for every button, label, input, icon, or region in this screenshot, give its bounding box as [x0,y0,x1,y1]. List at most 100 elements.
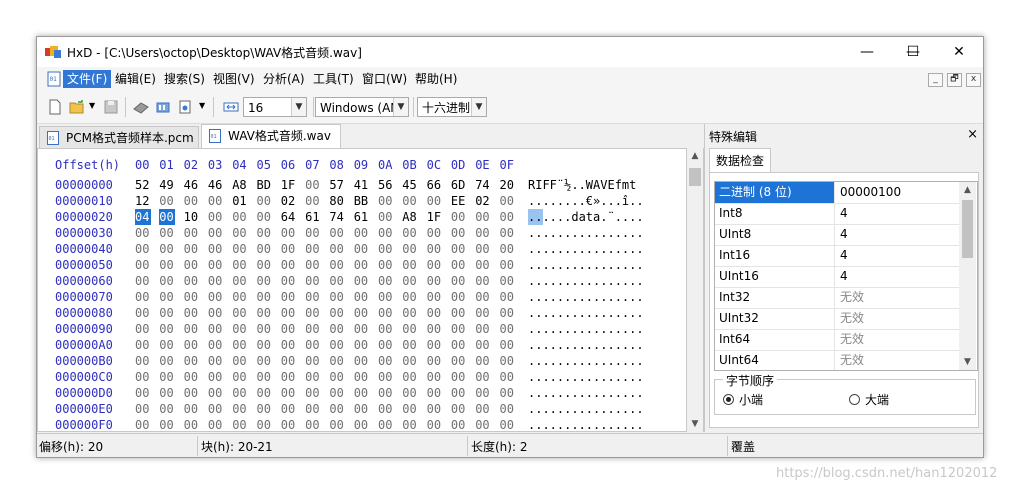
hex-byte[interactable]: 00 [305,257,321,273]
open-ram-icon[interactable] [155,99,171,115]
ascii-text[interactable]: ................ [528,289,645,305]
ascii-text[interactable]: ......data.¨.... [528,209,645,225]
hex-byte[interactable]: 00 [329,305,345,321]
charset-select[interactable]: Windows (AN ▼ [315,97,409,117]
hex-byte[interactable]: 00 [305,225,321,241]
hex-byte[interactable]: 00 [159,193,175,209]
hex-byte[interactable]: 00 [257,385,273,401]
hex-byte[interactable]: 00 [354,417,370,431]
hex-byte[interactable]: 00 [500,273,516,289]
close-button[interactable]: ✕ [936,37,982,67]
hex-byte[interactable]: 00 [281,337,297,353]
hex-byte[interactable]: 02 [281,193,297,209]
hex-byte[interactable]: BB [354,193,370,209]
hex-byte[interactable]: 00 [451,241,467,257]
hex-byte[interactable]: 00 [329,273,345,289]
inspector-row[interactable]: Int8 4 [715,203,959,225]
scroll-down-icon[interactable]: ▼ [687,416,703,432]
hex-byte[interactable]: 00 [402,289,418,305]
hex-byte[interactable]: 00 [354,305,370,321]
hex-byte[interactable]: 00 [378,273,394,289]
hex-byte[interactable]: 00 [232,209,248,225]
menu-tools[interactable]: 工具(T) [309,70,358,88]
hex-byte[interactable]: 00 [500,321,516,337]
mdi-close-button[interactable]: x [966,73,981,87]
hex-byte[interactable]: 00 [475,305,491,321]
menu-edit[interactable]: 编辑(E) [111,70,160,88]
hex-byte[interactable]: 00 [305,193,321,209]
inspector-row[interactable]: UInt8 4 [715,224,959,246]
hex-byte[interactable]: 00 [354,401,370,417]
hex-byte[interactable]: 00 [451,321,467,337]
inspector-value[interactable]: 00000100 [836,182,958,203]
ascii-text[interactable]: ................ [528,305,645,321]
hex-byte[interactable]: 00 [281,417,297,431]
hex-byte[interactable]: 00 [475,401,491,417]
ascii-text[interactable]: ................ [528,337,645,353]
hex-byte[interactable]: 00 [451,225,467,241]
hex-byte[interactable]: 00 [159,289,175,305]
hex-byte[interactable]: 00 [500,353,516,369]
hex-byte[interactable]: 00 [500,369,516,385]
hex-byte[interactable]: 00 [354,337,370,353]
hex-byte[interactable]: 00 [305,369,321,385]
hex-byte[interactable]: 00 [378,337,394,353]
hex-byte[interactable]: 00 [135,353,151,369]
tools-dropdown-icon[interactable]: ▼ [199,101,205,110]
hex-byte[interactable]: 00 [184,225,200,241]
hex-byte[interactable]: 00 [305,353,321,369]
hex-byte[interactable]: 00 [208,289,224,305]
hex-byte[interactable]: 74 [475,177,491,193]
inspector-row[interactable]: Int32 无效 [715,287,959,309]
hex-byte[interactable]: 00 [257,321,273,337]
hex-byte[interactable]: 00 [427,305,443,321]
hex-byte[interactable]: 52 [135,177,151,193]
hex-byte[interactable]: 00 [451,257,467,273]
hex-byte[interactable]: 00 [475,369,491,385]
hex-byte[interactable]: 00 [232,257,248,273]
mdi-restore-button[interactable]: 🗗 [947,73,962,87]
hex-byte[interactable]: 00 [378,305,394,321]
hex-byte[interactable]: 00 [329,257,345,273]
hex-byte[interactable]: 00 [378,289,394,305]
hex-byte[interactable]: 00 [184,305,200,321]
hex-byte[interactable]: 00 [159,321,175,337]
hex-byte[interactable]: 00 [378,241,394,257]
hex-byte[interactable]: 00 [354,369,370,385]
hex-byte[interactable]: 00 [427,369,443,385]
hex-byte[interactable]: 00 [135,289,151,305]
hex-byte[interactable]: 00 [208,273,224,289]
hex-byte[interactable]: 00 [451,289,467,305]
hex-byte[interactable]: 00 [378,417,394,431]
ascii-text[interactable]: ................ [528,417,645,431]
hex-byte[interactable]: 00 [402,225,418,241]
hex-byte[interactable]: 00 [159,369,175,385]
hex-byte[interactable]: A8 [232,177,248,193]
hex-byte[interactable]: 00 [208,241,224,257]
hex-byte[interactable]: 00 [354,289,370,305]
hex-byte[interactable]: 00 [500,225,516,241]
hex-byte[interactable]: 00 [305,273,321,289]
hex-byte[interactable]: 00 [402,369,418,385]
radio-big-endian[interactable]: 大端 [849,392,889,408]
title-bar[interactable]: HxD - [C:\Users\octop\Desktop\WAV格式音频.wa… [37,37,983,67]
hex-byte[interactable]: 00 [159,337,175,353]
hex-byte[interactable]: 00 [159,417,175,431]
hex-byte[interactable]: 00 [378,401,394,417]
hex-byte[interactable]: 00 [135,273,151,289]
hex-byte[interactable]: 00 [378,353,394,369]
hex-byte[interactable]: 00 [427,241,443,257]
hex-byte[interactable]: 00 [354,273,370,289]
hex-byte[interactable]: 00 [329,241,345,257]
hex-byte[interactable]: 00 [475,273,491,289]
hex-byte[interactable]: 00 [208,321,224,337]
hex-byte[interactable]: 00 [329,385,345,401]
hex-byte[interactable]: 00 [184,193,200,209]
hex-byte[interactable]: 00 [159,257,175,273]
hex-byte[interactable]: 00 [427,289,443,305]
hex-byte[interactable]: 00 [232,321,248,337]
hex-byte[interactable]: 61 [354,209,370,225]
hex-byte[interactable]: 00 [208,257,224,273]
hex-byte[interactable]: 00 [232,289,248,305]
hex-byte[interactable]: 00 [305,385,321,401]
